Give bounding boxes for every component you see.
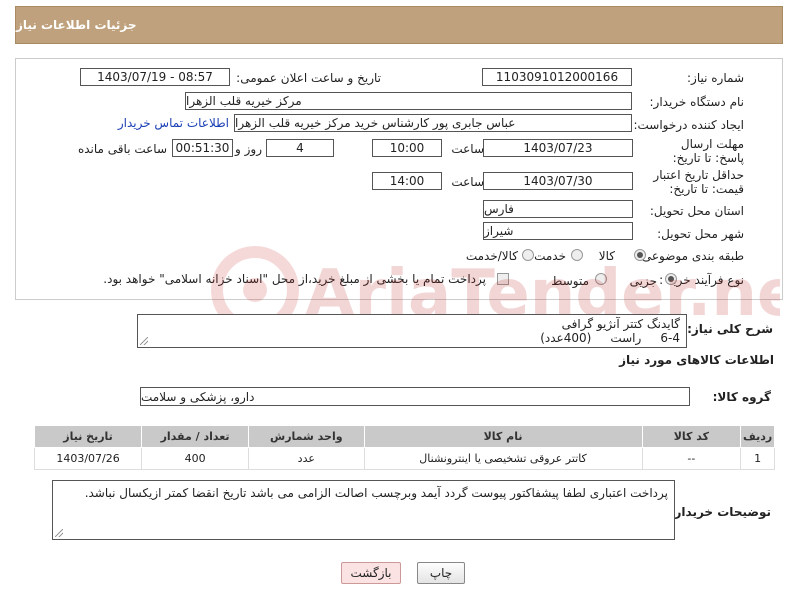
goods-group-label: گروه کالا: xyxy=(712,390,771,404)
remaining-label: ساعت باقی مانده xyxy=(77,142,167,156)
category-option-both: کالا/خدمت xyxy=(465,249,518,263)
description-line-2: 6-4 راست (400عدد) xyxy=(540,331,680,345)
remaining-time-field: 00:51:30 xyxy=(172,139,233,157)
resize-grip-icon[interactable] xyxy=(55,529,63,537)
goods-group-field: دارو، پزشکی و سلامت xyxy=(140,387,690,406)
need-number-label: شماره نیاز: xyxy=(687,71,744,85)
buyer-notes-label: توضیحات خریدار: xyxy=(669,505,771,519)
announce-label: تاریخ و ساعت اعلان عمومی: xyxy=(236,71,381,85)
category-label: طبقه بندی موضوعی: xyxy=(637,249,744,263)
col-row-header: ردیف xyxy=(740,425,775,448)
creator-field: عباس جابری پور کارشناس خرید مرکز خیریه ق… xyxy=(234,114,632,132)
print-button[interactable]: چاپ xyxy=(417,562,465,584)
deadline-time-field: 10:00 xyxy=(372,139,442,157)
deadline-date-field: 1403/07/23 xyxy=(483,139,633,157)
cell-date: 1403/07/26 xyxy=(33,447,143,470)
deadline-label: مهلت ارسال پاسخ: تا تاریخ: xyxy=(672,137,744,165)
min-validity-date-field: 1403/07/30 xyxy=(483,172,633,190)
page-title: جزئیات اطلاعات نیاز xyxy=(16,18,137,32)
col-date-header: تاریخ نیاز xyxy=(33,425,143,448)
cell-unit: عدد xyxy=(248,447,365,470)
page-header: جزئیات اطلاعات نیاز xyxy=(15,6,783,44)
category-radio-both[interactable] xyxy=(522,249,534,261)
description-line-1: گایدنگ کتتر آنژیو گرافی xyxy=(561,317,680,331)
announce-field: 1403/07/19 - 08:57 xyxy=(80,68,230,86)
items-table-header: ردیف کد کالا نام کالا واحد شمارش تعداد /… xyxy=(33,425,775,448)
goods-section-title: اطلاعات کالاهای مورد نیاز xyxy=(619,353,774,367)
min-validity-time-field: 14:00 xyxy=(372,172,442,190)
resize-grip-icon[interactable] xyxy=(140,337,148,345)
deadline-time-label: ساعت xyxy=(451,142,484,156)
cell-name: کاتتر عروقی تشخیصی یا اینترونشنال xyxy=(363,447,643,470)
city-label: شهر محل تحویل: xyxy=(657,227,744,241)
category-radio-goods[interactable] xyxy=(634,249,646,261)
items-table: ردیف کد کالا نام کالا واحد شمارش تعداد /… xyxy=(33,425,775,470)
min-validity-label: حداقل تاریخ اعتبار قیمت: تا تاریخ: xyxy=(653,168,744,196)
buyer-notes-text: پرداخت اعتباری لطفا پیشفاکتور پیوست گردد… xyxy=(84,486,668,500)
province-label: استان محل تحویل: xyxy=(649,204,744,218)
description-label: شرح کلی نیاز: xyxy=(687,322,773,336)
cell-code: -- xyxy=(641,447,742,470)
buyer-org-field: مرکز خیریه قلب الزهرا xyxy=(185,92,632,110)
process-option-medium: متوسط xyxy=(551,274,589,288)
col-qty-header: تعداد / مقدار xyxy=(141,425,250,448)
buyer-notes-textarea[interactable]: پرداخت اعتباری لطفا پیشفاکتور پیوست گردد… xyxy=(52,480,675,540)
col-unit-header: واحد شمارش xyxy=(248,425,365,448)
process-radio-medium[interactable] xyxy=(595,273,607,285)
treasury-note: پرداخت تمام یا بخشی از مبلغ خرید،از محل … xyxy=(103,272,486,286)
creator-label: ایجاد کننده درخواست: xyxy=(633,118,744,132)
province-field: فارس xyxy=(483,200,633,218)
min-validity-time-label: ساعت xyxy=(451,175,484,189)
treasury-checkbox[interactable] xyxy=(497,273,509,285)
category-option-service: خدمت xyxy=(534,249,566,263)
buyer-org-label: نام دستگاه خریدار: xyxy=(649,95,745,109)
deadline-days-field: 4 xyxy=(266,139,334,157)
process-radio-minor[interactable] xyxy=(665,273,677,285)
col-name-header: نام کالا xyxy=(363,425,643,448)
back-button[interactable]: بازگشت xyxy=(341,562,401,584)
city-field: شیراز xyxy=(483,222,633,240)
description-textarea[interactable]: گایدنگ کتتر آنژیو گرافی 6-4 راست (400عدد… xyxy=(137,314,687,348)
category-radio-service[interactable] xyxy=(571,249,583,261)
col-code-header: کد کالا xyxy=(641,425,742,448)
category-option-goods: کالا xyxy=(598,249,615,263)
cell-row: 1 xyxy=(740,447,775,470)
cell-qty: 400 xyxy=(141,447,250,470)
process-option-minor: جزیی xyxy=(629,274,657,288)
days-label: روز و xyxy=(235,142,262,156)
buyer-contact-link[interactable]: اطلاعات تماس خریدار xyxy=(118,116,229,130)
need-number-field: 1103091012000166 xyxy=(482,68,632,86)
table-row: 1 -- کاتتر عروقی تشخیصی یا اینترونشنال ع… xyxy=(33,447,775,470)
